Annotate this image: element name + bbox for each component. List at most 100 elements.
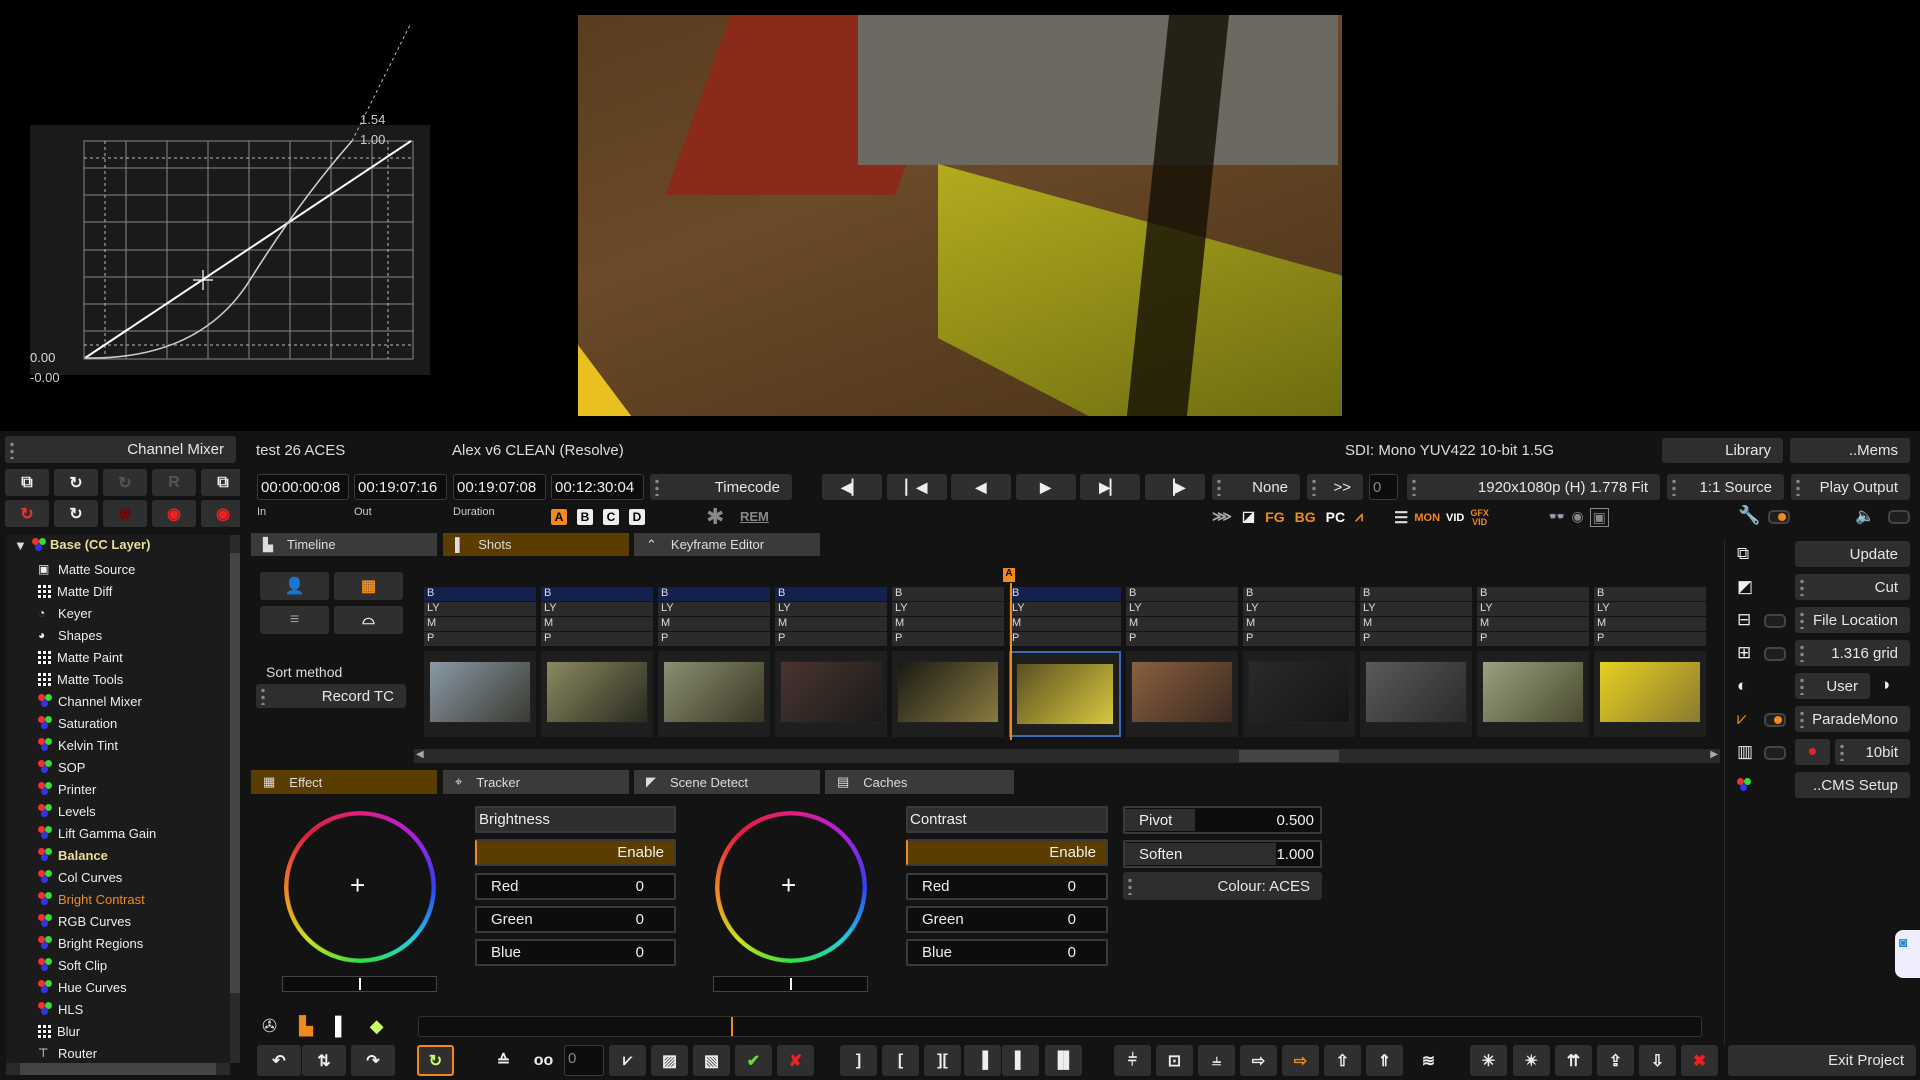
in-timecode-field[interactable]: 00:00:00:08 [257, 474, 349, 500]
clip-track-cell[interactable]: LY [1594, 602, 1706, 616]
contrast-wheel-crosshair-icon[interactable]: + [781, 870, 796, 901]
lut-fullscreen-icon[interactable]: ◑ [1880, 675, 1890, 695]
current-timecode-field[interactable]: 00:12:30:04 [551, 474, 644, 500]
version-c-button[interactable]: C [603, 509, 619, 525]
clip-track-cell[interactable]: P [424, 632, 536, 646]
clip-track-cell[interactable]: B [658, 587, 770, 601]
video-viewer[interactable] [578, 15, 1342, 416]
format-dropdown[interactable]: 1920x1080p (H) 1.778 Fit [1407, 474, 1660, 500]
brightness-enable-button[interactable]: Enable [475, 839, 676, 866]
version-b-button[interactable]: B [577, 509, 593, 525]
mini-timeline-playhead[interactable] [731, 1017, 733, 1036]
clip-item[interactable] [541, 651, 653, 737]
brightness-wheel-crosshair-icon[interactable]: + [350, 870, 365, 901]
reject-grade-button[interactable]: ✘ [777, 1045, 814, 1076]
library-button[interactable]: Library [1662, 438, 1783, 463]
arrow-up-button[interactable]: ⇧ [1324, 1045, 1361, 1076]
cms-setup-button[interactable]: ..CMS Setup [1795, 772, 1910, 798]
clip-track-cell[interactable]: LY [658, 602, 770, 616]
tree-item[interactable]: HLS [38, 999, 83, 1019]
arrow-up-split-button[interactable]: ⇑ [1366, 1045, 1403, 1076]
clip-track-cell[interactable]: P [541, 632, 653, 646]
user-dropdown[interactable]: User [1795, 673, 1870, 699]
file-location-dropdown[interactable]: File Location [1795, 607, 1910, 633]
copy-layer-button[interactable]: ⧉ [201, 469, 245, 496]
clip-track-cell[interactable]: P [1243, 632, 1355, 646]
clip-item[interactable] [1243, 651, 1355, 737]
delete-button[interactable]: ⊗ [103, 500, 147, 527]
pivot-slider[interactable]: Pivot 0.500 [1123, 806, 1322, 834]
wipe-icon[interactable]: ◪ [1242, 508, 1255, 525]
contrast-green-field[interactable]: Green 0 [906, 906, 1108, 933]
mon-toggle[interactable]: MON [1414, 512, 1440, 524]
clip-track-cell[interactable]: B [1243, 587, 1355, 601]
tab-keyframe-editor[interactable]: ⌃ Keyframe Editor [634, 533, 820, 556]
tape-button[interactable]: oo [525, 1045, 562, 1076]
clip-track-cell[interactable]: LY [424, 602, 536, 616]
histogram-icon[interactable]: ▥ [1737, 742, 1753, 762]
clip-track-cell[interactable]: B [1360, 587, 1472, 601]
disabled-effect-button[interactable]: ↻ [103, 469, 147, 496]
cut-icon[interactable]: ◩ [1737, 577, 1753, 597]
clip-track-cell[interactable]: LY [1477, 602, 1589, 616]
tree-item[interactable]: Kelvin Tint [38, 735, 118, 755]
next-edit-button[interactable]: ▕▶ [1144, 474, 1205, 500]
split-button[interactable]: ⫩ [1114, 1045, 1151, 1076]
scrollbar-thumb[interactable] [1239, 750, 1339, 762]
clip-track-cell[interactable]: M [892, 617, 1004, 631]
cut-dropdown[interactable]: Cut [1795, 574, 1910, 600]
clip-track-cell[interactable]: LY [775, 602, 887, 616]
go-start-button[interactable]: ▏◀ [886, 474, 947, 500]
version-a-button[interactable]: A [551, 509, 567, 525]
clip-item[interactable] [775, 651, 887, 737]
clip-track-cell[interactable]: M [1594, 617, 1706, 631]
clip-item[interactable] [1360, 651, 1472, 737]
effect-tree[interactable]: ▼ Base (CC Layer) ▣ Matte Source Matte Dif… [6, 535, 230, 1063]
contrast-enable-button[interactable]: Enable [906, 839, 1108, 866]
trim-button[interactable]: ⩗ [609, 1045, 646, 1076]
clip-item[interactable] [1594, 651, 1706, 737]
tree-item[interactable]: Channel Mixer [38, 691, 142, 711]
clip-track-cell[interactable]: B [775, 587, 887, 601]
timecode-mode-dropdown[interactable]: Timecode [650, 474, 792, 500]
audio-toggle[interactable] [1888, 510, 1910, 524]
tree-item[interactable]: Hue Curves [38, 977, 127, 997]
lut-icon[interactable]: ◐ [1737, 676, 1747, 696]
gfx-vid-toggle[interactable]: GFX VID [1470, 509, 1489, 527]
tree-item[interactable]: Blur [38, 1021, 80, 1041]
new-effect-button[interactable]: ↻ [54, 469, 98, 496]
tab-timeline[interactable]: ▙ Timeline [251, 533, 437, 556]
tree-item[interactable]: Bright Regions [38, 933, 143, 953]
tree-item[interactable]: Matte Diff [38, 581, 112, 601]
bracket-both-button[interactable]: ][ [924, 1045, 961, 1076]
tape-view-button[interactable]: ⌓ [334, 606, 403, 634]
clip-item[interactable] [658, 651, 770, 737]
tree-item[interactable]: Lift Gamma Gain [38, 823, 156, 843]
clip-item[interactable] [1477, 651, 1589, 737]
fg-toggle[interactable]: FG [1265, 509, 1284, 525]
clip-track-cell[interactable]: M [1477, 617, 1589, 631]
disabled-r-button[interactable]: R [152, 469, 196, 496]
clip-track-cell[interactable]: P [1126, 632, 1238, 646]
list-view-button[interactable]: ≡ [260, 606, 329, 634]
clip-track-cell[interactable]: LY [1009, 602, 1121, 616]
tree-item[interactable]: SOP [38, 757, 85, 777]
update-button[interactable]: Update [1795, 541, 1910, 567]
scope-toggle[interactable] [1764, 713, 1786, 727]
wrench-toggle[interactable] [1768, 510, 1790, 524]
clip-track-cell[interactable]: P [1009, 632, 1121, 646]
file-location-icon[interactable]: ⊟ [1737, 610, 1751, 630]
tree-horizontal-scrollbar[interactable] [6, 1063, 230, 1075]
clip-track-cell[interactable]: B [1009, 587, 1121, 601]
tree-item[interactable]: Matte Tools [38, 669, 123, 689]
clip-track-cell[interactable]: M [775, 617, 887, 631]
sort-method-dropdown[interactable]: Record TC [256, 684, 406, 708]
contrast-slider[interactable] [713, 976, 868, 992]
clip-track-cell[interactable]: P [1360, 632, 1472, 646]
tree-item[interactable]: Balance [38, 845, 108, 865]
clip-down-button[interactable]: ⇩ [1639, 1045, 1676, 1076]
tree-item[interactable]: Saturation [38, 713, 117, 733]
tree-item[interactable]: ⊤ Router [38, 1043, 97, 1063]
copy-grade-button[interactable]: ▨ [651, 1045, 688, 1076]
bottom-frame-field[interactable]: 0 [564, 1045, 604, 1076]
